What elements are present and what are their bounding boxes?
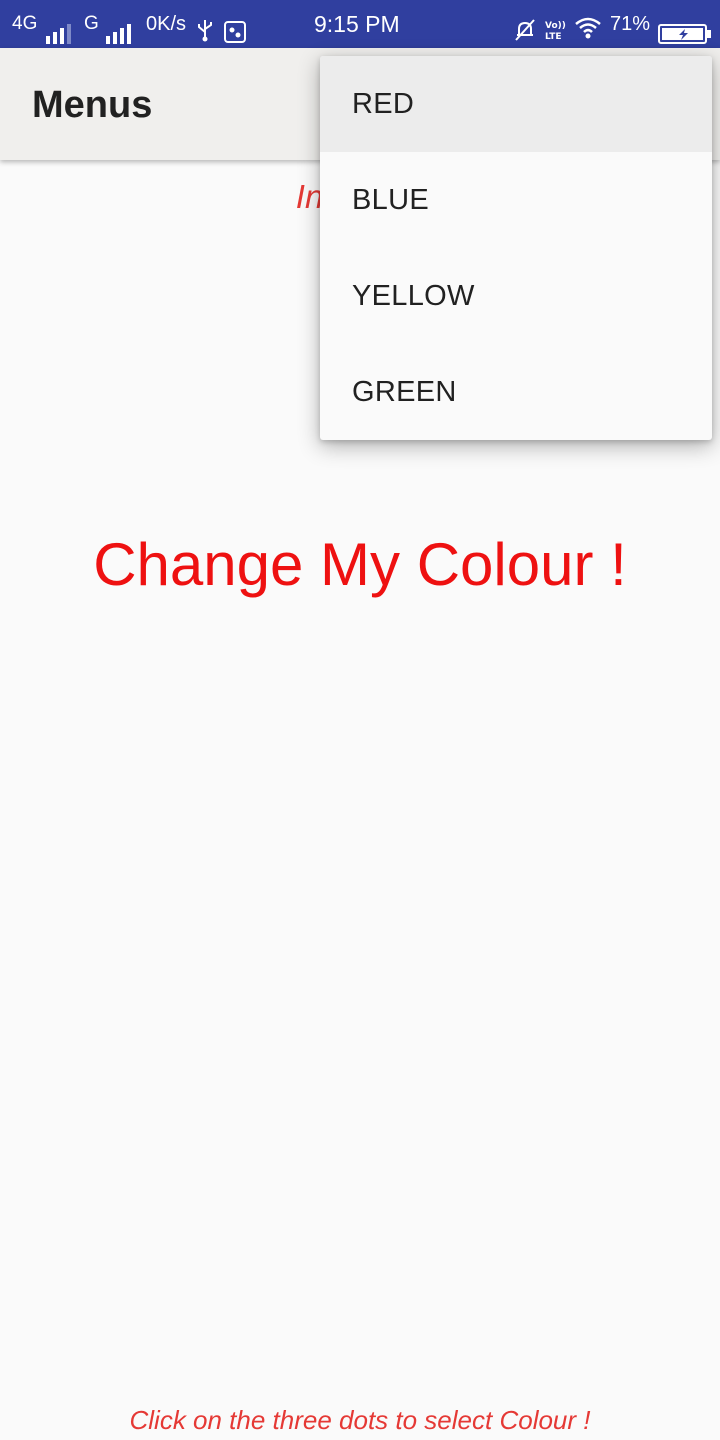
- svg-text:Vo)): Vo)): [545, 21, 566, 31]
- svg-text:LTE: LTE: [545, 32, 562, 42]
- network-type-primary: 4G: [12, 13, 38, 34]
- app-screen: 4G G 0K/s 9:15 PM Vo)) LTE 71% Menus Cha…: [0, 0, 720, 1440]
- usb-icon: [196, 12, 214, 42]
- signal-icon: [46, 14, 74, 44]
- network-type-secondary: G: [84, 13, 99, 34]
- app-title: Menus: [32, 84, 153, 126]
- menu-item-blue[interactable]: BLUE: [320, 152, 712, 248]
- volte-icon: Vo)) LTE: [543, 12, 569, 42]
- menu-item-red[interactable]: RED: [320, 56, 712, 152]
- clock-time: 9:15 PM: [314, 11, 400, 37]
- data-speed: 0K/s: [146, 13, 187, 35]
- battery-charging-icon: [658, 14, 712, 44]
- menu-item-yellow[interactable]: YELLOW: [320, 248, 712, 344]
- status-bar: 4G G 0K/s 9:15 PM Vo)) LTE 71%: [0, 0, 720, 48]
- wifi-icon: [574, 11, 602, 39]
- colour-popup-menu: RED BLUE YELLOW GREEN: [320, 56, 712, 440]
- app-notification-icon: [224, 13, 246, 43]
- menu-item-green[interactable]: GREEN: [320, 344, 712, 440]
- signal-icon-secondary: [106, 14, 134, 44]
- battery-percent: 71%: [610, 13, 651, 35]
- footer-hint-text: Click on the three dots to select Colour…: [129, 1405, 591, 1435]
- change-colour-text: Change My Colour !: [93, 531, 627, 598]
- mute-icon: [513, 12, 537, 41]
